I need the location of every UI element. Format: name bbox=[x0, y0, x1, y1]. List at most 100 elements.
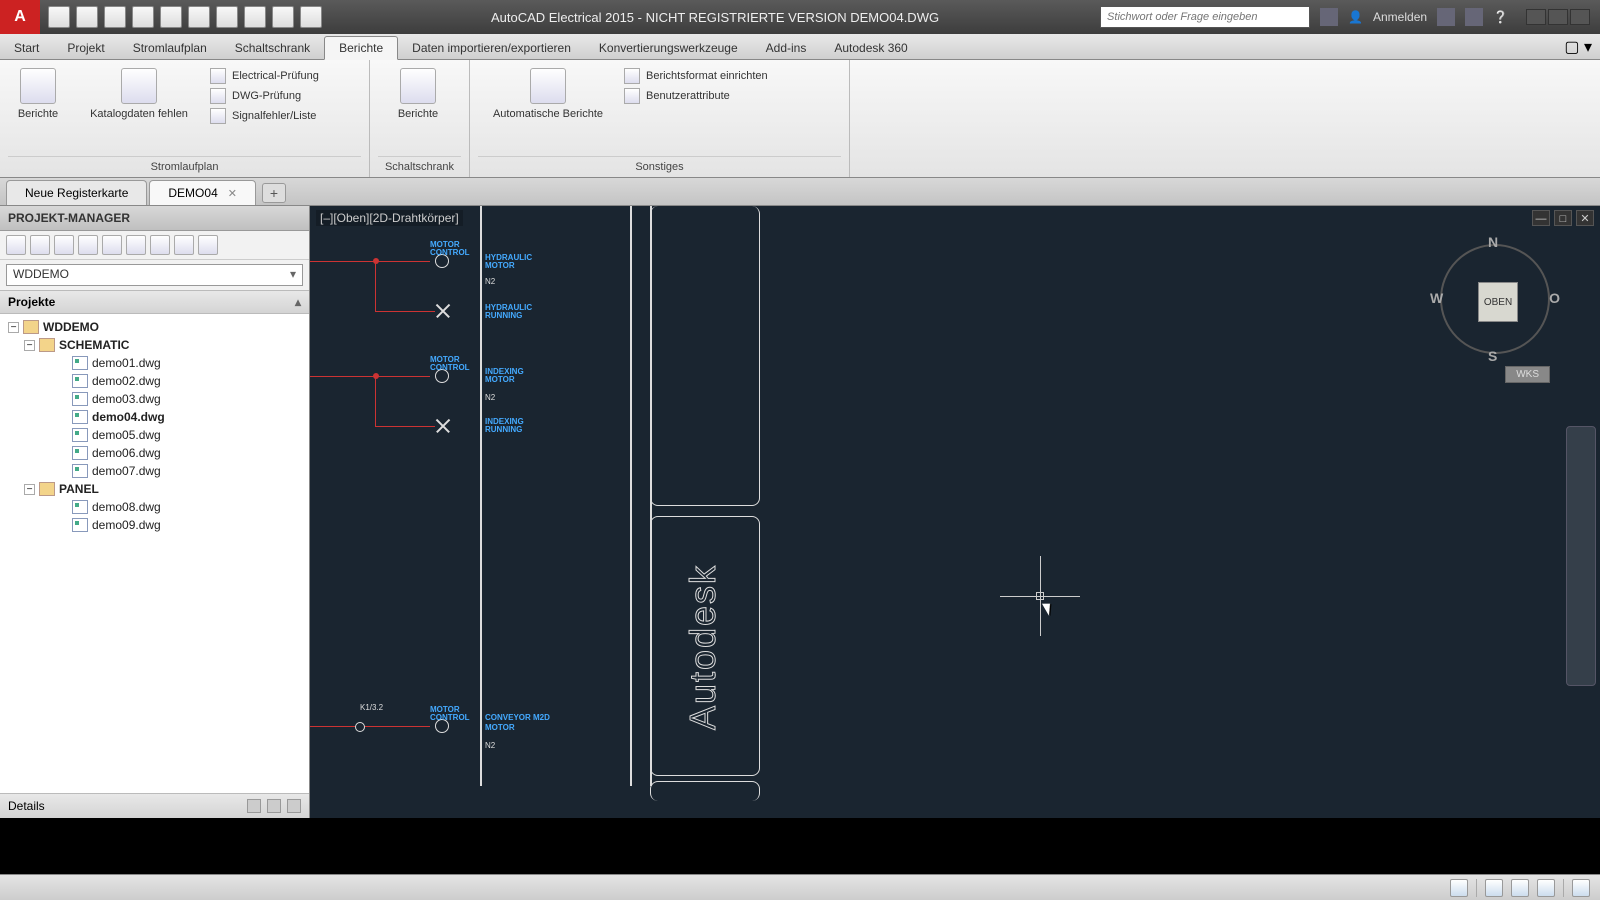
status-grid-icon[interactable] bbox=[1511, 879, 1529, 897]
close-button[interactable] bbox=[1570, 9, 1590, 25]
tab-addins[interactable]: Add-ins bbox=[752, 37, 821, 59]
collapse-icon[interactable]: − bbox=[24, 340, 35, 351]
tab-a360[interactable]: Autodesk 360 bbox=[820, 37, 921, 59]
plot-icon[interactable] bbox=[216, 6, 238, 28]
electrical-pruefung-button[interactable]: Electrical-Prüfung bbox=[210, 68, 319, 84]
viewcube[interactable]: OBEN N S W O bbox=[1430, 234, 1560, 364]
back-icon[interactable] bbox=[244, 6, 266, 28]
auto-berichte-button[interactable]: Automatische Berichte bbox=[478, 64, 618, 125]
pm-help-icon[interactable] bbox=[198, 235, 218, 255]
viewport-label[interactable]: [–][Oben][2D-Drahtkörper] bbox=[316, 210, 463, 226]
tree-file[interactable]: demo09.dwg bbox=[0, 516, 309, 534]
print-icon[interactable] bbox=[188, 6, 210, 28]
project-tree[interactable]: −WDDEMO −SCHEMATIC demo01.dwg demo02.dwg… bbox=[0, 314, 309, 793]
viewport-minimize-icon[interactable]: — bbox=[1532, 210, 1550, 226]
junction-node bbox=[373, 258, 379, 264]
navigation-bar[interactable] bbox=[1566, 426, 1596, 686]
berichte-button[interactable]: Berichte bbox=[8, 64, 68, 125]
status-model-icon[interactable] bbox=[1485, 879, 1503, 897]
a360-icon[interactable] bbox=[1465, 8, 1483, 26]
collapse-icon[interactable]: − bbox=[24, 484, 35, 495]
viewport-maximize-icon[interactable]: □ bbox=[1554, 210, 1572, 226]
status-settings-icon[interactable] bbox=[1450, 879, 1468, 897]
dwg-icon bbox=[72, 464, 88, 478]
tree-file[interactable]: demo06.dwg bbox=[0, 444, 309, 462]
app-menu-icon[interactable]: A bbox=[0, 0, 40, 34]
pm-task-icon[interactable] bbox=[102, 235, 122, 255]
tab-stromlaufplan[interactable]: Stromlaufplan bbox=[119, 37, 221, 59]
pm-publish-icon[interactable] bbox=[126, 235, 146, 255]
katalogdaten-button[interactable]: Katalogdaten fehlen bbox=[74, 64, 204, 125]
wire bbox=[310, 726, 430, 727]
tree-file[interactable]: demo08.dwg bbox=[0, 498, 309, 516]
viewcube-face[interactable]: OBEN bbox=[1478, 282, 1518, 322]
signalfehler-button[interactable]: Signalfehler/Liste bbox=[210, 108, 319, 124]
dwg-icon bbox=[72, 428, 88, 442]
tree-file-active[interactable]: demo04.dwg bbox=[0, 408, 309, 426]
bus-line bbox=[480, 206, 482, 786]
dwg-pruefung-button[interactable]: DWG-Prüfung bbox=[210, 88, 319, 104]
viewport-close-icon[interactable]: ✕ bbox=[1576, 210, 1594, 226]
details-thumb-icon[interactable] bbox=[267, 799, 281, 813]
new-icon[interactable] bbox=[48, 6, 70, 28]
tree-file[interactable]: demo03.dwg bbox=[0, 390, 309, 408]
pm-surfer-icon[interactable] bbox=[150, 235, 170, 255]
forward-icon[interactable] bbox=[272, 6, 294, 28]
dwg-icon bbox=[72, 392, 88, 406]
panel-report-icon bbox=[400, 68, 436, 104]
status-snap-icon[interactable] bbox=[1537, 879, 1555, 897]
doctab-demo04[interactable]: DEMO04✕ bbox=[149, 180, 256, 205]
maximize-button[interactable] bbox=[1548, 9, 1568, 25]
tree-file[interactable]: demo01.dwg bbox=[0, 354, 309, 372]
status-customize-icon[interactable] bbox=[1572, 879, 1590, 897]
check-icon bbox=[210, 68, 226, 84]
pm-edit-icon[interactable] bbox=[54, 235, 74, 255]
close-tab-icon[interactable]: ✕ bbox=[228, 187, 237, 200]
exchange-icon[interactable] bbox=[1437, 8, 1455, 26]
ribbon-options-dropdown[interactable]: ▢ ▾ bbox=[1556, 35, 1600, 59]
schaltschrank-berichte-button[interactable]: Berichte bbox=[378, 64, 458, 125]
pm-open-icon[interactable] bbox=[30, 235, 50, 255]
help-icon[interactable]: ❔ bbox=[1493, 10, 1508, 24]
document-tabs: Neue Registerkarte DEMO04✕ + bbox=[0, 178, 1600, 206]
collapse-icon[interactable]: − bbox=[8, 322, 19, 333]
tab-daten[interactable]: Daten importieren/exportieren bbox=[398, 37, 585, 59]
details-view-icon[interactable] bbox=[247, 799, 261, 813]
drawing-canvas[interactable]: [–][Oben][2D-Drahtkörper] — □ ✕ OBEN N S… bbox=[310, 206, 1600, 818]
tree-file[interactable]: demo07.dwg bbox=[0, 462, 309, 480]
pm-project-combo[interactable]: WDDEMO bbox=[6, 264, 303, 286]
benutzerattribute-button[interactable]: Benutzerattribute bbox=[624, 88, 768, 104]
doctab-new[interactable]: Neue Registerkarte bbox=[6, 180, 147, 205]
add-tab-button[interactable]: + bbox=[262, 183, 286, 203]
wks-badge[interactable]: WKS bbox=[1505, 366, 1550, 383]
open-icon[interactable] bbox=[76, 6, 98, 28]
user-icon: 👤 bbox=[1348, 10, 1363, 24]
pm-section-projekte[interactable]: Projekte bbox=[0, 290, 309, 314]
pm-refresh-icon[interactable] bbox=[78, 235, 98, 255]
tab-start[interactable]: Start bbox=[0, 37, 53, 59]
tab-schaltschrank[interactable]: Schaltschrank bbox=[221, 37, 324, 59]
pm-details-bar[interactable]: Details bbox=[0, 793, 309, 818]
tree-file[interactable]: demo02.dwg bbox=[0, 372, 309, 390]
dwg-icon bbox=[72, 446, 88, 460]
berichtsformat-button[interactable]: Berichtsformat einrichten bbox=[624, 68, 768, 84]
tab-konvert[interactable]: Konvertierungswerkzeuge bbox=[585, 37, 752, 59]
tab-berichte[interactable]: Berichte bbox=[324, 36, 398, 60]
tree-file[interactable]: demo05.dwg bbox=[0, 426, 309, 444]
infocenter-icon[interactable] bbox=[1320, 8, 1338, 26]
save-icon[interactable] bbox=[104, 6, 126, 28]
quick-access-toolbar bbox=[40, 6, 330, 28]
dwg-icon bbox=[72, 500, 88, 514]
pm-web-icon[interactable] bbox=[174, 235, 194, 255]
details-add-icon[interactable] bbox=[287, 799, 301, 813]
minimize-button[interactable] bbox=[1526, 9, 1546, 25]
undo-icon[interactable] bbox=[132, 6, 154, 28]
help-search-input[interactable] bbox=[1100, 6, 1310, 28]
mouse-cursor-icon bbox=[1042, 600, 1055, 616]
tab-projekt[interactable]: Projekt bbox=[53, 37, 118, 59]
refresh-icon[interactable] bbox=[300, 6, 322, 28]
pm-new-icon[interactable] bbox=[6, 235, 26, 255]
titleblock-frame bbox=[650, 206, 760, 506]
redo-icon[interactable] bbox=[160, 6, 182, 28]
signin-link[interactable]: Anmelden bbox=[1373, 10, 1427, 24]
